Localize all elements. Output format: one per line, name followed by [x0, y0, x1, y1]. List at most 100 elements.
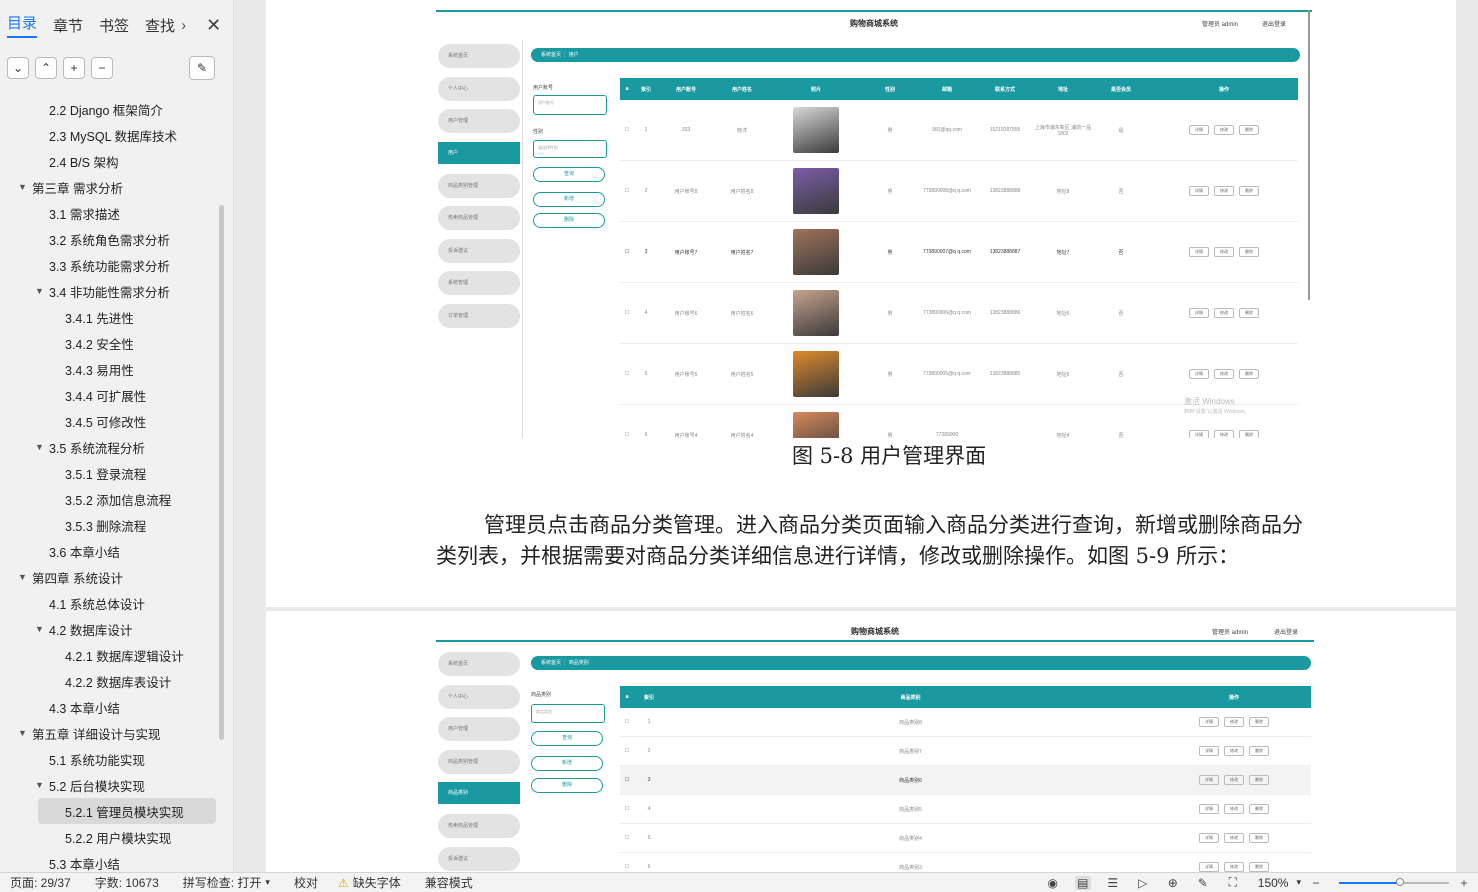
toc-item[interactable]: ▼ 3.4 非功能性需求分析 [0, 278, 222, 304]
expand-triangle-icon[interactable]: ▼ [35, 286, 44, 296]
toc-item[interactable]: 5.3 本章小结 [0, 850, 222, 872]
navigation-sidebar: 目录 章节 书签 查找 › ✕ ⌄ ⌃ + − ✎ 2.2 Django 框架简… [0, 0, 234, 872]
tab-find[interactable]: 查找 [145, 15, 175, 36]
chevron-down-icon[interactable]: ▾ [265, 877, 270, 888]
nav-item: 系统首页 [438, 44, 520, 68]
missing-font[interactable]: 缺失字体 [353, 874, 401, 891]
user-photo-image [793, 412, 839, 438]
page-view-icon[interactable]: ▤ [1074, 875, 1091, 890]
toc-item[interactable]: 3.4.3 易用性 [0, 356, 222, 382]
zoom-out-icon[interactable]: − [1308, 876, 1324, 890]
toc-item[interactable]: 3.2 系统角色需求分析 [0, 226, 222, 252]
toc-item[interactable]: 3.1 需求描述 [0, 200, 222, 226]
toc-item[interactable]: 3.4.2 安全性 [0, 330, 222, 356]
toc-item[interactable]: ▼ 第四章 系统设计 [0, 564, 222, 590]
toc-item-label: 3.6 本章小结 [49, 545, 120, 560]
toc-item[interactable]: 3.5.3 删除流程 [0, 512, 222, 538]
highlight-toggle-button[interactable]: ✎ [189, 56, 215, 80]
table-cell: 773890007@q q.com [923, 249, 971, 255]
toc-item[interactable]: 3.3 系统功能需求分析 [0, 252, 222, 278]
toc-item[interactable]: 3.5.2 添加信息流程 [0, 486, 222, 512]
row-action-button: 修改 [1224, 717, 1244, 727]
spell-check[interactable]: 拼写检查: 打开 [183, 874, 262, 891]
row-action-button: 修改 [1224, 746, 1244, 756]
eye-icon[interactable]: ◉ [1045, 876, 1061, 890]
toc-item-label: 3.5 系统流程分析 [49, 441, 145, 456]
toc-item[interactable]: 5.2.1 管理员模块实现 [38, 798, 216, 824]
figure-caption: 图 5-8 用户管理界面 [792, 444, 987, 468]
collapse-up-button[interactable]: ⌃ [35, 57, 57, 79]
table-row: ☐ 3 用户账号7 用户姓名7 男 773890007@q q.com 1382388888… [620, 222, 1298, 283]
toc-item[interactable]: 5.2.2 用户模块实现 [0, 824, 222, 850]
close-icon[interactable]: ✕ [206, 15, 221, 36]
toc-item-label: 4.3 本章小结 [49, 701, 120, 716]
fit-page-icon[interactable]: ⛶ [1225, 875, 1241, 890]
toc-item-label: 3.2 系统角色需求分析 [49, 233, 170, 248]
row-action-button: 删除 [1249, 746, 1269, 756]
expand-triangle-icon[interactable]: ▼ [35, 624, 44, 634]
table-row: ☐ 5 商品类别4 详情 修改 删除 [620, 824, 1311, 853]
table-cell: 15219187555 [989, 127, 1021, 133]
zoom-in-icon[interactable]: + [1456, 876, 1472, 890]
toc-item[interactable]: 4.1 系统总体设计 [0, 590, 222, 616]
compat-mode: 兼容模式 [424, 876, 473, 890]
play-icon[interactable]: ▷ [1135, 876, 1151, 890]
toc-item[interactable]: 4.3 本章小结 [0, 694, 222, 720]
remove-heading-button[interactable]: − [91, 57, 113, 79]
chevron-right-icon[interactable]: › [181, 17, 186, 34]
tab-toc[interactable]: 目录 [7, 12, 38, 38]
toc-item[interactable]: ▼ 第五章 详细设计与实现 [0, 720, 222, 746]
expand-triangle-icon[interactable]: ▼ [35, 442, 44, 452]
zoom-level[interactable]: 150% [1258, 876, 1289, 890]
nav-item: 商品类别管理 [438, 173, 520, 198]
row-checkbox: ☐ [624, 371, 630, 377]
toc-item[interactable]: 2.3 MySQL 数据库技术 [0, 122, 222, 148]
toc-item[interactable]: 3.4.5 可修改性 [0, 408, 222, 434]
table-cell: 5 [647, 835, 651, 841]
tab-chapters[interactable]: 章节 [53, 15, 83, 36]
proofread[interactable]: 校对 [294, 874, 318, 891]
row-action-button: 修改 [1214, 430, 1234, 438]
toc-item[interactable]: ▼ 第三章 需求分析 [0, 174, 222, 200]
toc-item[interactable]: 3.5.1 登录流程 [0, 460, 222, 486]
row-action-button: 删除 [1239, 430, 1259, 438]
toc-item[interactable]: 2.2 Django 框架简介 [0, 96, 222, 122]
table-cell: 男 [887, 432, 893, 439]
collapse-down-button[interactable]: ⌄ [7, 57, 29, 79]
delete-button: 删除 [531, 778, 603, 793]
tab-bookmarks[interactable]: 书签 [99, 15, 129, 36]
table-cell: 男 [887, 310, 893, 317]
chevron-down-icon[interactable]: ▾ [1296, 877, 1301, 888]
toc-item[interactable]: 3.4.1 先进性 [0, 304, 222, 330]
pen-icon[interactable]: ✎ [1195, 876, 1211, 890]
toc-item[interactable]: ▼ 5.2 后台模块实现 [0, 772, 222, 798]
expand-triangle-icon[interactable]: ▼ [18, 572, 27, 582]
add-heading-button[interactable]: + [63, 57, 85, 79]
toc-item[interactable]: 4.2.2 数据库表设计 [0, 668, 222, 694]
row-checkbox: ☐ [624, 310, 630, 316]
toc-item[interactable]: 2.4 B/S 架构 [0, 148, 222, 174]
nav-item: 个人中心 [438, 684, 520, 709]
nav-item: 用户 [438, 141, 520, 164]
word-count[interactable]: 字数: 10673 [95, 874, 159, 891]
toc-item[interactable]: ▼ 3.5 系统流程分析 [0, 434, 222, 460]
account-input: 用户账号 [533, 95, 607, 115]
outline-view-icon[interactable]: ☰ [1105, 876, 1121, 890]
zoom-slider[interactable] [1339, 877, 1449, 886]
toc-item[interactable]: 4.2.1 数据库逻辑设计 [0, 642, 222, 668]
globe-icon[interactable]: ⊕ [1165, 876, 1181, 890]
expand-triangle-icon[interactable]: ▼ [18, 728, 27, 738]
expand-triangle-icon[interactable]: ▼ [35, 780, 44, 790]
toc-item[interactable]: 3.4.4 可扩展性 [0, 382, 222, 408]
table-header: ■ 索引 商品类别 操作 [620, 686, 1311, 708]
sidebar-scrollbar[interactable] [219, 205, 224, 740]
toc-item[interactable]: 5.1 系统功能实现 [0, 746, 222, 772]
zoom-slider-knob[interactable] [1395, 877, 1404, 886]
warning-icon: ⚠ [337, 875, 349, 890]
column-header: 邮箱 [941, 86, 952, 93]
sidebar-tabs: 目录 章节 书签 查找 › ✕ [0, 0, 233, 50]
page-count[interactable]: 页面: 29/37 [10, 874, 71, 891]
toc-item[interactable]: 3.6 本章小结 [0, 538, 222, 564]
expand-triangle-icon[interactable]: ▼ [18, 182, 27, 192]
toc-item[interactable]: ▼ 4.2 数据库设计 [0, 616, 222, 642]
